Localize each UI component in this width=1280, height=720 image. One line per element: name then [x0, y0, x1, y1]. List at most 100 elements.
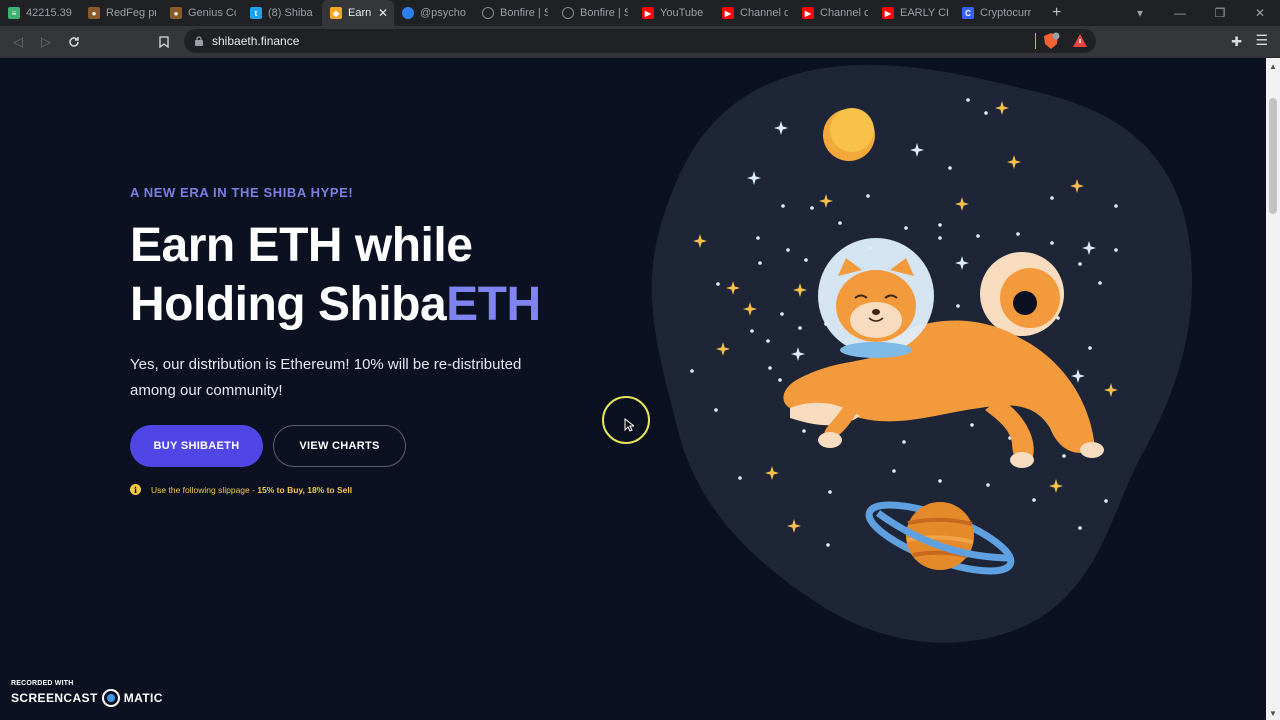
- reload-icon[interactable]: [60, 28, 88, 56]
- browser-tab[interactable]: @psycho: [394, 0, 474, 26]
- close-window-icon[interactable]: ✕: [1240, 6, 1280, 20]
- browser-menu-icon[interactable]: ☰: [1255, 32, 1268, 49]
- poop-favicon-icon: ●: [88, 7, 100, 19]
- star-dot: [956, 304, 960, 308]
- browser-tab[interactable]: ● Genius Co: [162, 0, 242, 26]
- poop-favicon-icon: ●: [170, 7, 182, 19]
- headline-line-1: Earn ETH while: [130, 219, 473, 272]
- star-dot: [984, 111, 988, 115]
- page-scrollbar[interactable]: ▲ ▼: [1266, 58, 1280, 720]
- star-dot: [758, 261, 762, 265]
- slippage-prefix: Use the following slippage -: [151, 484, 258, 495]
- star-dot: [970, 423, 974, 427]
- browser-tab[interactable]: ◆ Earn ET ✕: [322, 0, 394, 26]
- buy-shibaeth-button[interactable]: BUY SHIBAETH: [130, 425, 263, 467]
- star-dot: [804, 258, 808, 262]
- view-charts-button[interactable]: VIEW CHARTS: [273, 425, 406, 467]
- brave-shield-icon[interactable]: [1042, 32, 1060, 50]
- brave-rewards-icon[interactable]: [1072, 33, 1088, 49]
- browser-tab-title: RedFeg pr: [106, 7, 156, 19]
- star-dot: [866, 194, 870, 198]
- star-dot: [786, 248, 790, 252]
- youtube-favicon-icon: ▶: [722, 7, 734, 19]
- bookmark-icon[interactable]: [150, 28, 178, 56]
- shiba-astronaut-illustration: [651, 64, 1193, 643]
- browser-tab-title: Bonfire | S: [580, 7, 628, 19]
- scroll-up-arrow-icon[interactable]: ▲: [1269, 62, 1277, 71]
- browser-tab-title: Earn ET: [348, 7, 372, 19]
- star-dot: [766, 339, 770, 343]
- slippage-values: 15% to Buy, 18% to Sell: [257, 484, 353, 495]
- browser-tab[interactable]: ≡ 42215.39: [0, 0, 80, 26]
- youtube-favicon-icon: ▶: [802, 7, 814, 19]
- address-bar[interactable]: shibaeth.finance: [184, 29, 1096, 53]
- scroll-thumb[interactable]: [1269, 98, 1277, 214]
- star-dot: [1016, 232, 1020, 236]
- star-dot: [1050, 196, 1054, 200]
- extensions-puzzle-icon[interactable]: ✚: [1231, 34, 1242, 50]
- browser-tab-title: Bonfire | S: [500, 7, 548, 19]
- browser-tab[interactable]: ▶ YouTube: [634, 0, 714, 26]
- browser-tab[interactable]: Bonfire | S: [474, 0, 554, 26]
- browser-tab-title: 42215.39: [26, 7, 72, 19]
- browser-tab-title: (8) Shiba: [268, 7, 313, 19]
- star-dot: [966, 98, 970, 102]
- circle-favicon-icon: [402, 7, 414, 19]
- browser-tab-strip: ≡ 42215.39 ● RedFeg pr ● Genius Co t (8) Shiba ◆…: [0, 0, 1280, 26]
- browser-tab-title: Channel c: [820, 7, 868, 19]
- slippage-note-text: Use the following slippage - 15% to Buy,…: [151, 485, 352, 495]
- window-controls: ▾ — ❐ ✕: [1120, 0, 1280, 26]
- star-dot: [768, 366, 772, 370]
- star-dot: [938, 479, 942, 483]
- browser-tab-title: @psycho: [420, 7, 467, 19]
- star-dot: [1098, 281, 1102, 285]
- headline-plain: Holding Shiba: [130, 278, 447, 331]
- watermark-brand: SCREENCAST MATIC: [11, 689, 163, 707]
- star-dot: [714, 408, 718, 412]
- slippage-note: i Use the following slippage - 15% to Bu…: [130, 484, 352, 495]
- star-dot: [838, 221, 842, 225]
- browser-tab[interactable]: ▶ EARLY CR: [874, 0, 954, 26]
- headline-accent: ETH: [446, 278, 541, 331]
- back-arrow-icon[interactable]: ◁: [4, 28, 32, 56]
- star-dot: [1078, 262, 1082, 266]
- close-tab-icon[interactable]: ✕: [378, 6, 388, 20]
- browser-tab-title: YouTube: [660, 7, 704, 19]
- star-dot: [1062, 454, 1066, 458]
- star-dot: [986, 483, 990, 487]
- star-dot: [826, 543, 830, 547]
- webpage: A NEW ERA IN THE SHIBA HYPE! Earn ETH wh…: [0, 58, 1266, 720]
- minimize-icon[interactable]: —: [1160, 6, 1200, 20]
- star-dot: [810, 206, 814, 210]
- browser-tab[interactable]: ▶ Channel d: [714, 0, 794, 26]
- youtube-favicon-icon: ▶: [642, 7, 654, 19]
- chart-favicon-icon: ≡: [8, 7, 20, 19]
- hero-eyebrow: A NEW ERA IN THE SHIBA HYPE!: [130, 185, 354, 200]
- restore-icon[interactable]: ❐: [1200, 6, 1240, 20]
- youtube-favicon-icon: ▶: [882, 7, 894, 19]
- browser-tab[interactable]: C Cryptocurr: [954, 0, 1044, 26]
- star-dot: [828, 490, 832, 494]
- star-dot: [976, 234, 980, 238]
- browser-tab[interactable]: ● RedFeg pr: [80, 0, 162, 26]
- star-dot: [892, 469, 896, 473]
- lock-icon: [195, 36, 203, 46]
- watermark-brand-left: SCREENCAST: [11, 691, 98, 705]
- star-dot: [902, 440, 906, 444]
- star-dot: [1114, 248, 1118, 252]
- scroll-down-arrow-icon[interactable]: ▼: [1269, 709, 1277, 718]
- screencast-logo-icon: [101, 689, 120, 707]
- star-dot: [1078, 526, 1082, 530]
- star-dot: [738, 476, 742, 480]
- twitter-favicon-icon: t: [250, 7, 262, 19]
- new-tab-button[interactable]: +: [1052, 4, 1061, 22]
- browser-tab[interactable]: t (8) Shiba: [242, 0, 322, 26]
- forward-arrow-icon[interactable]: ▷: [32, 28, 60, 56]
- star-dot: [780, 312, 784, 316]
- tab-search-icon[interactable]: ▾: [1120, 6, 1160, 20]
- star-dot: [938, 236, 942, 240]
- star-dot: [778, 378, 782, 382]
- info-icon: i: [130, 484, 141, 495]
- browser-tab[interactable]: ▶ Channel c: [794, 0, 874, 26]
- browser-tab[interactable]: Bonfire | S: [554, 0, 634, 26]
